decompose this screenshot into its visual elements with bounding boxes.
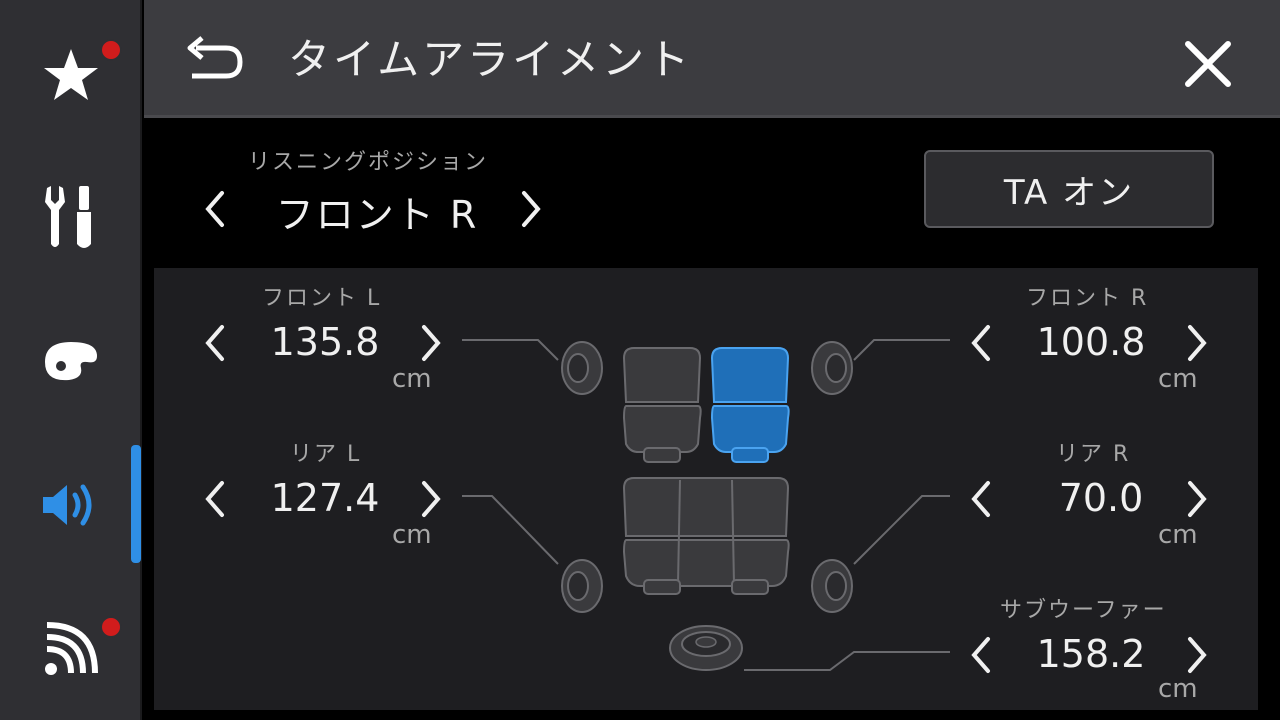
rear-right-speaker-icon xyxy=(811,559,853,613)
chevron-right-icon xyxy=(1188,481,1207,517)
rear-seat-icon xyxy=(622,477,790,595)
sidebar-item-connectivity[interactable] xyxy=(0,584,142,714)
page-title: タイムアライメント xyxy=(288,35,693,84)
notification-badge xyxy=(100,39,122,61)
front-right-speaker-icon xyxy=(811,341,853,395)
chevron-right-icon xyxy=(422,325,441,361)
front-right-decrease-button[interactable] xyxy=(960,318,1000,368)
rear-right-label: リア R xyxy=(1056,442,1131,467)
rear-right-value: 70.0 xyxy=(1058,476,1144,520)
back-button[interactable] xyxy=(182,34,246,86)
chevron-left-icon xyxy=(205,481,224,517)
sidebar-item-audio[interactable] xyxy=(0,440,142,570)
chevron-left-icon xyxy=(205,191,224,227)
chevron-right-icon xyxy=(1188,325,1207,361)
front-right-unit: cm xyxy=(1158,364,1198,394)
subwoofer-icon xyxy=(669,625,743,671)
sidebar-item-settings[interactable] xyxy=(0,152,142,282)
front-left-seat-icon xyxy=(622,347,702,463)
chevron-left-icon xyxy=(971,325,990,361)
channel-panel: フロント L 135.8 cm フロント R 100.8 cm リア L 127… xyxy=(154,268,1258,710)
listening-position-next-button[interactable] xyxy=(512,184,552,234)
rear-left-value: 127.4 xyxy=(270,476,380,520)
wireless-icon xyxy=(45,622,98,675)
rear-left-increase-button[interactable] xyxy=(412,474,452,524)
sidebar-item-theme[interactable] xyxy=(0,296,142,426)
back-arrow-icon xyxy=(187,36,243,79)
listening-position-prev-button[interactable] xyxy=(194,184,234,234)
rear-right-increase-button[interactable] xyxy=(1178,474,1218,524)
subwoofer-decrease-button[interactable] xyxy=(960,630,1000,680)
listening-position-label: リスニングポジション xyxy=(248,150,489,175)
notification-badge xyxy=(100,616,122,638)
listening-position-value: フロント R xyxy=(275,193,479,237)
front-right-label: フロント R xyxy=(1026,286,1149,311)
active-indicator xyxy=(131,445,141,563)
front-right-value: 100.8 xyxy=(1036,320,1146,364)
front-left-value: 135.8 xyxy=(270,320,380,364)
chevron-left-icon xyxy=(971,637,990,673)
sidebar xyxy=(0,0,142,720)
chevron-left-icon xyxy=(205,325,224,361)
subwoofer-unit: cm xyxy=(1158,674,1198,704)
rear-left-speaker-icon xyxy=(561,559,603,613)
front-left-label: フロント L xyxy=(262,286,382,311)
subwoofer-increase-button[interactable] xyxy=(1178,630,1218,680)
subwoofer-value: 158.2 xyxy=(1036,632,1146,676)
subwoofer-label: サブウーファー xyxy=(1000,598,1167,623)
front-left-decrease-button[interactable] xyxy=(194,318,234,368)
rear-right-unit: cm xyxy=(1158,520,1198,550)
chevron-right-icon xyxy=(422,481,441,517)
chevron-right-icon xyxy=(1188,637,1207,673)
close-button[interactable] xyxy=(1182,38,1234,90)
header: タイムアライメント xyxy=(144,0,1280,118)
sidebar-item-favorites[interactable] xyxy=(0,10,142,140)
front-left-unit: cm xyxy=(392,364,432,394)
front-left-speaker-icon xyxy=(561,341,603,395)
star-icon xyxy=(44,49,98,100)
rear-left-unit: cm xyxy=(392,520,432,550)
chevron-left-icon xyxy=(971,481,990,517)
close-icon xyxy=(1185,41,1231,87)
tools-icon xyxy=(45,186,91,248)
front-right-increase-button[interactable] xyxy=(1178,318,1218,368)
palette-icon xyxy=(45,342,97,381)
rear-left-label: リア L xyxy=(290,442,362,467)
chevron-right-icon xyxy=(522,191,541,227)
rear-right-decrease-button[interactable] xyxy=(960,474,1000,524)
front-right-seat-icon xyxy=(710,347,790,463)
rear-left-decrease-button[interactable] xyxy=(194,474,234,524)
ta-toggle-button[interactable]: TA オン xyxy=(924,150,1214,228)
speaker-icon xyxy=(43,484,92,526)
front-left-increase-button[interactable] xyxy=(412,318,452,368)
